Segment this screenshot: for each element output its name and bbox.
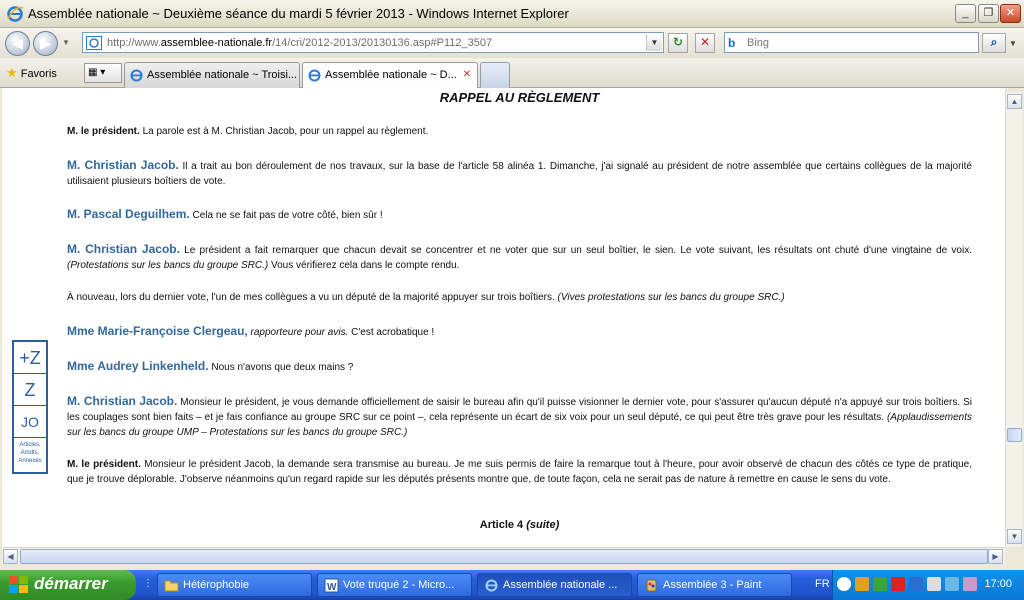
speaker-link[interactable]: M. Christian Jacob. <box>67 394 177 408</box>
close-button[interactable]: ✕ <box>1000 4 1021 23</box>
paragraph: M. Christian Jacob. Monsieur le présiden… <box>67 394 972 438</box>
section-title: RAPPEL AU RÈGLEMENT <box>439 90 600 105</box>
paragraph: M. Christian Jacob. Il a trait au bon dé… <box>67 158 972 187</box>
quick-launch-handle-icon: ⋮ <box>143 578 153 589</box>
restore-button[interactable]: ❐ <box>978 4 999 23</box>
address-url[interactable]: http://www.assemblee-nationale.fr/14/cri… <box>107 37 492 49</box>
scroll-right-icon[interactable]: ▶ <box>988 549 1003 564</box>
tab-troisieme-seance[interactable]: Assemblée nationale ~ Troisi... <box>124 62 300 88</box>
paragraph: M. Pascal Deguilhem. Cela ne se fait pas… <box>67 207 383 221</box>
task-label: Vote truqué 2 - Micro... <box>343 579 455 591</box>
tab-deuxieme-seance[interactable]: Assemblée nationale ~ D... ✕ <box>302 62 478 88</box>
transcript: RAPPEL AU RÈGLEMENT M. le président. La … <box>67 88 972 531</box>
clock: 17:00 <box>984 578 1012 590</box>
vertical-scroll-thumb[interactable] <box>1007 428 1022 442</box>
scroll-left-icon[interactable]: ◀ <box>3 549 18 564</box>
refresh-button[interactable]: ↻ <box>668 33 688 53</box>
forward-button[interactable]: ▶ <box>33 31 58 56</box>
internet-explorer-icon <box>7 6 24 22</box>
speaker-link[interactable]: M. Christian Jacob. <box>67 158 179 172</box>
tray-bluetooth-icon[interactable] <box>909 577 923 591</box>
speaker-link[interactable]: Mme Audrey Linkenheld. <box>67 359 209 373</box>
journal-officiel-button[interactable]: JO <box>14 406 46 438</box>
taskbar-item-heterophobie[interactable]: Hétérophobie <box>157 573 312 597</box>
side-tools-widget: +Z Z JO Articles, Amdts, Annexes <box>12 340 48 474</box>
task-label: Assemblée 3 - Paint <box>663 579 762 591</box>
ie-tab-icon <box>130 69 143 82</box>
svg-text:W: W <box>327 582 337 593</box>
tray-display-icon[interactable] <box>927 577 941 591</box>
address-bar[interactable]: http://www.assemblee-nationale.fr/14/cri… <box>82 32 664 53</box>
quick-tabs-button[interactable]: ▦ ▾ <box>84 63 122 83</box>
start-button[interactable]: démarrer <box>0 570 136 600</box>
tray-network-icon[interactable] <box>873 577 887 591</box>
taskbar-item-word[interactable]: W Vote truqué 2 - Micro... <box>317 573 472 597</box>
paragraph: À nouveau, lors du dernier vote, l'un de… <box>67 292 785 303</box>
tab-label: Assemblée nationale ~ D... <box>325 69 457 81</box>
speaker-link[interactable]: M. Pascal Deguilhem. <box>67 207 190 221</box>
tab-close-icon[interactable]: ✕ <box>463 69 471 80</box>
history-dropdown-icon[interactable]: ▼ <box>62 38 70 47</box>
window-title: Assemblée nationale ~ Deuxième séance du… <box>28 6 569 21</box>
paragraph: M. Christian Jacob. Le président a fait … <box>67 242 972 271</box>
language-indicator[interactable]: FR <box>815 578 830 590</box>
tray-volume-icon[interactable] <box>945 577 959 591</box>
favorites-star-icon: ★ <box>6 65 18 80</box>
search-box[interactable]: b Bing <box>724 32 979 53</box>
annexes-button[interactable]: Articles, Amdts, Annexes <box>14 438 46 472</box>
article-heading: Article 4 (suite) <box>479 519 560 531</box>
paragraph: Mme Audrey Linkenheld. Nous n'avons que … <box>67 359 354 373</box>
vertical-scrollbar[interactable]: ▲ ▼ <box>1005 92 1022 547</box>
horizontal-scrollbar[interactable]: ◀ ▶ <box>2 547 1005 564</box>
forward-arrow-icon: ▶ <box>40 35 51 51</box>
tab-label: Assemblée nationale ~ Troisi... <box>147 69 298 81</box>
search-placeholder: Bing <box>747 37 770 49</box>
taskbar: démarrer ⋮ Hétérophobie W Vote truqué 2 … <box>0 570 1024 600</box>
speaker-link[interactable]: Mme Marie-Françoise Clergeau, <box>67 324 248 338</box>
speaker-link[interactable]: M. Christian Jacob. <box>67 242 180 256</box>
page-favicon-icon <box>86 36 102 50</box>
tray-security-icon[interactable] <box>891 577 905 591</box>
taskbar-item-ie[interactable]: Assemblée nationale ... <box>477 573 632 597</box>
taskbar-item-paint[interactable]: Assemblée 3 - Paint <box>637 573 792 597</box>
zoom-out-button[interactable]: Z <box>14 374 46 406</box>
stop-button[interactable]: ✕ <box>695 33 715 53</box>
search-button[interactable]: ⌕ <box>982 33 1006 53</box>
system-tray: FR 17:00 <box>815 570 1024 600</box>
page-content: RAPPEL AU RÈGLEMENT M. le président. La … <box>2 88 1005 547</box>
favorites-label: Favoris <box>20 68 57 80</box>
windows-logo-icon <box>9 576 28 593</box>
navigation-bar: ◀ ▶ ▼ http://www.assemblee-nationale.fr/… <box>0 28 1024 58</box>
paragraph: Mme Marie-Françoise Clergeau, rapporteur… <box>67 324 435 338</box>
search-options-icon[interactable]: ▼ <box>1009 39 1017 48</box>
tab-bar: ★ Favoris ▦ ▾ Assemblée nationale ~ Troi… <box>0 58 1024 88</box>
paragraph: M. le président. Monsieur le président J… <box>67 459 973 485</box>
back-arrow-icon: ◀ <box>12 35 23 51</box>
window-titlebar: Assemblée nationale ~ Deuxième séance du… <box>0 0 1024 28</box>
zoom-in-button[interactable]: +Z <box>14 342 46 374</box>
scroll-down-icon[interactable]: ▼ <box>1007 529 1022 544</box>
bing-icon: b <box>728 36 736 50</box>
quick-tabs-icon: ▦ ▾ <box>88 67 106 78</box>
address-dropdown-icon[interactable]: ▼ <box>646 34 662 51</box>
back-button[interactable]: ◀ <box>5 31 30 56</box>
minimize-button[interactable]: _ <box>955 4 976 23</box>
ie-tab-icon <box>308 69 321 82</box>
horizontal-scroll-thumb[interactable] <box>20 549 988 564</box>
tray-app-icon[interactable] <box>855 577 869 591</box>
internet-explorer-icon <box>485 579 498 592</box>
task-label: Assemblée nationale ... <box>503 579 618 591</box>
folder-icon <box>164 580 179 592</box>
favorites-button[interactable]: ★ Favoris <box>6 65 57 81</box>
start-label: démarrer <box>34 574 108 593</box>
task-label: Hétérophobie <box>183 579 250 591</box>
paragraph: M. le président. La parole est à M. Chri… <box>67 126 429 137</box>
new-tab-button[interactable] <box>480 62 510 88</box>
scroll-up-icon[interactable]: ▲ <box>1007 94 1022 109</box>
word-document-icon: W <box>324 578 339 593</box>
paint-icon <box>646 579 657 592</box>
tray-arrow-icon[interactable] <box>837 577 851 591</box>
tray-update-icon[interactable] <box>963 577 977 591</box>
